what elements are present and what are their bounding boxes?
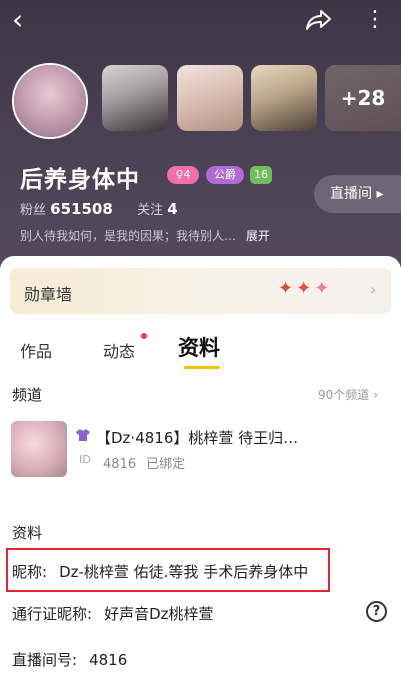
expand-link[interactable]: 展开 bbox=[246, 229, 270, 243]
notification-dot bbox=[141, 333, 147, 339]
live-room-number-row: 直播间号: 4816 bbox=[12, 649, 127, 670]
nickname-row: 昵称: Dz-桃梓萱 佑徒.等我 手术后养身体中 bbox=[12, 561, 308, 582]
room-label: 直播间号: bbox=[12, 651, 78, 669]
channel-count: 90个频道 bbox=[318, 388, 370, 402]
id-tag: ID bbox=[79, 453, 91, 466]
bio-text: 别人待我如何，是我的因果；我待别人… bbox=[20, 229, 237, 243]
follow-stats: 粉丝 651508 关注 4 bbox=[20, 199, 178, 218]
photo-thumbnail-more[interactable]: +28 bbox=[325, 65, 401, 131]
medal-icon: ✦ bbox=[296, 278, 315, 299]
share-icon[interactable] bbox=[306, 9, 332, 35]
profile-info-heading: 资料 bbox=[12, 524, 43, 542]
user-name: 后养身体中 bbox=[20, 167, 140, 193]
medal-wall-label: 勋章墙 bbox=[24, 285, 73, 304]
profile-content: 勋章墙 ✦✦✦ › 作品 动态 资料 频道 90个频道 › 【Dz·4816】桃梓… bbox=[0, 256, 401, 679]
club-badge: 公爵 bbox=[206, 166, 244, 184]
channel-card[interactable]: 【Dz·4816】桃梓萱 待王归… ID 4816 已绑定 bbox=[11, 421, 391, 477]
photo-thumbnail[interactable] bbox=[177, 65, 243, 131]
photo-thumbnail[interactable] bbox=[251, 65, 317, 131]
chevron-right-icon: › bbox=[373, 388, 379, 402]
nickname-value: Dz-桃梓萱 佑徒.等我 手术后养身体中 bbox=[59, 563, 309, 581]
follow-count[interactable]: 4 bbox=[167, 200, 177, 218]
shirt-icon bbox=[75, 428, 91, 446]
tab-works[interactable]: 作品 bbox=[20, 338, 52, 362]
follow-label: 关注 bbox=[137, 203, 164, 218]
medal-icons: ✦✦✦ bbox=[278, 278, 332, 299]
bind-status: 已绑定 bbox=[146, 457, 186, 472]
back-icon[interactable]: ‹ bbox=[12, 6, 23, 34]
pass-nickname-label: 通行证昵称: bbox=[12, 605, 93, 623]
channel-heading: 频道 bbox=[12, 386, 43, 404]
bio: 别人待我如何，是我的因果；我待别人… 展开 bbox=[20, 227, 270, 244]
more-vertical-icon[interactable]: ⋮ bbox=[364, 8, 386, 32]
medal-wall[interactable]: 勋章墙 ✦✦✦ › bbox=[10, 268, 391, 314]
pass-nickname-row: 通行证昵称: 好声音Dz桃梓萱 bbox=[12, 603, 214, 624]
live-room-button[interactable]: 直播间 ▸ bbox=[314, 175, 401, 213]
fans-count[interactable]: 651508 bbox=[50, 200, 113, 218]
medal-icon: ✦ bbox=[314, 278, 333, 299]
channel-count-link[interactable]: 90个频道 › bbox=[314, 386, 378, 403]
gender-level-badge: ♀4 bbox=[167, 166, 199, 184]
room-number: 4816 bbox=[89, 651, 128, 669]
pass-nickname-value: 好声音Dz桃梓萱 bbox=[104, 605, 214, 623]
tab-moments[interactable]: 动态 bbox=[103, 338, 135, 362]
avatar[interactable] bbox=[12, 63, 88, 139]
channel-image bbox=[11, 421, 67, 477]
chevron-right-icon: › bbox=[370, 280, 377, 299]
level-badge: 16 bbox=[250, 166, 272, 184]
help-icon[interactable]: ? bbox=[366, 601, 387, 622]
profile-tabs: 作品 动态 资料 bbox=[0, 328, 401, 374]
profile-header: ‹ ⋮ +28 后养身体中 ♀4 公爵 16 粉丝 651508 关注 4 别人… bbox=[0, 0, 401, 268]
channel-title: 【Dz·4816】桃梓萱 待王归… bbox=[96, 429, 299, 447]
medal-icon: ✦ bbox=[278, 278, 297, 299]
photo-thumbnail[interactable] bbox=[102, 65, 168, 131]
tab-profile[interactable]: 资料 bbox=[178, 332, 220, 362]
nickname-label: 昵称: bbox=[12, 563, 48, 581]
channel-binding: 4816 已绑定 bbox=[103, 453, 185, 472]
fans-label: 粉丝 bbox=[20, 203, 47, 218]
more-photos-count: +28 bbox=[325, 65, 401, 131]
channel-id: 4816 bbox=[103, 457, 137, 472]
active-tab-indicator bbox=[184, 366, 220, 369]
